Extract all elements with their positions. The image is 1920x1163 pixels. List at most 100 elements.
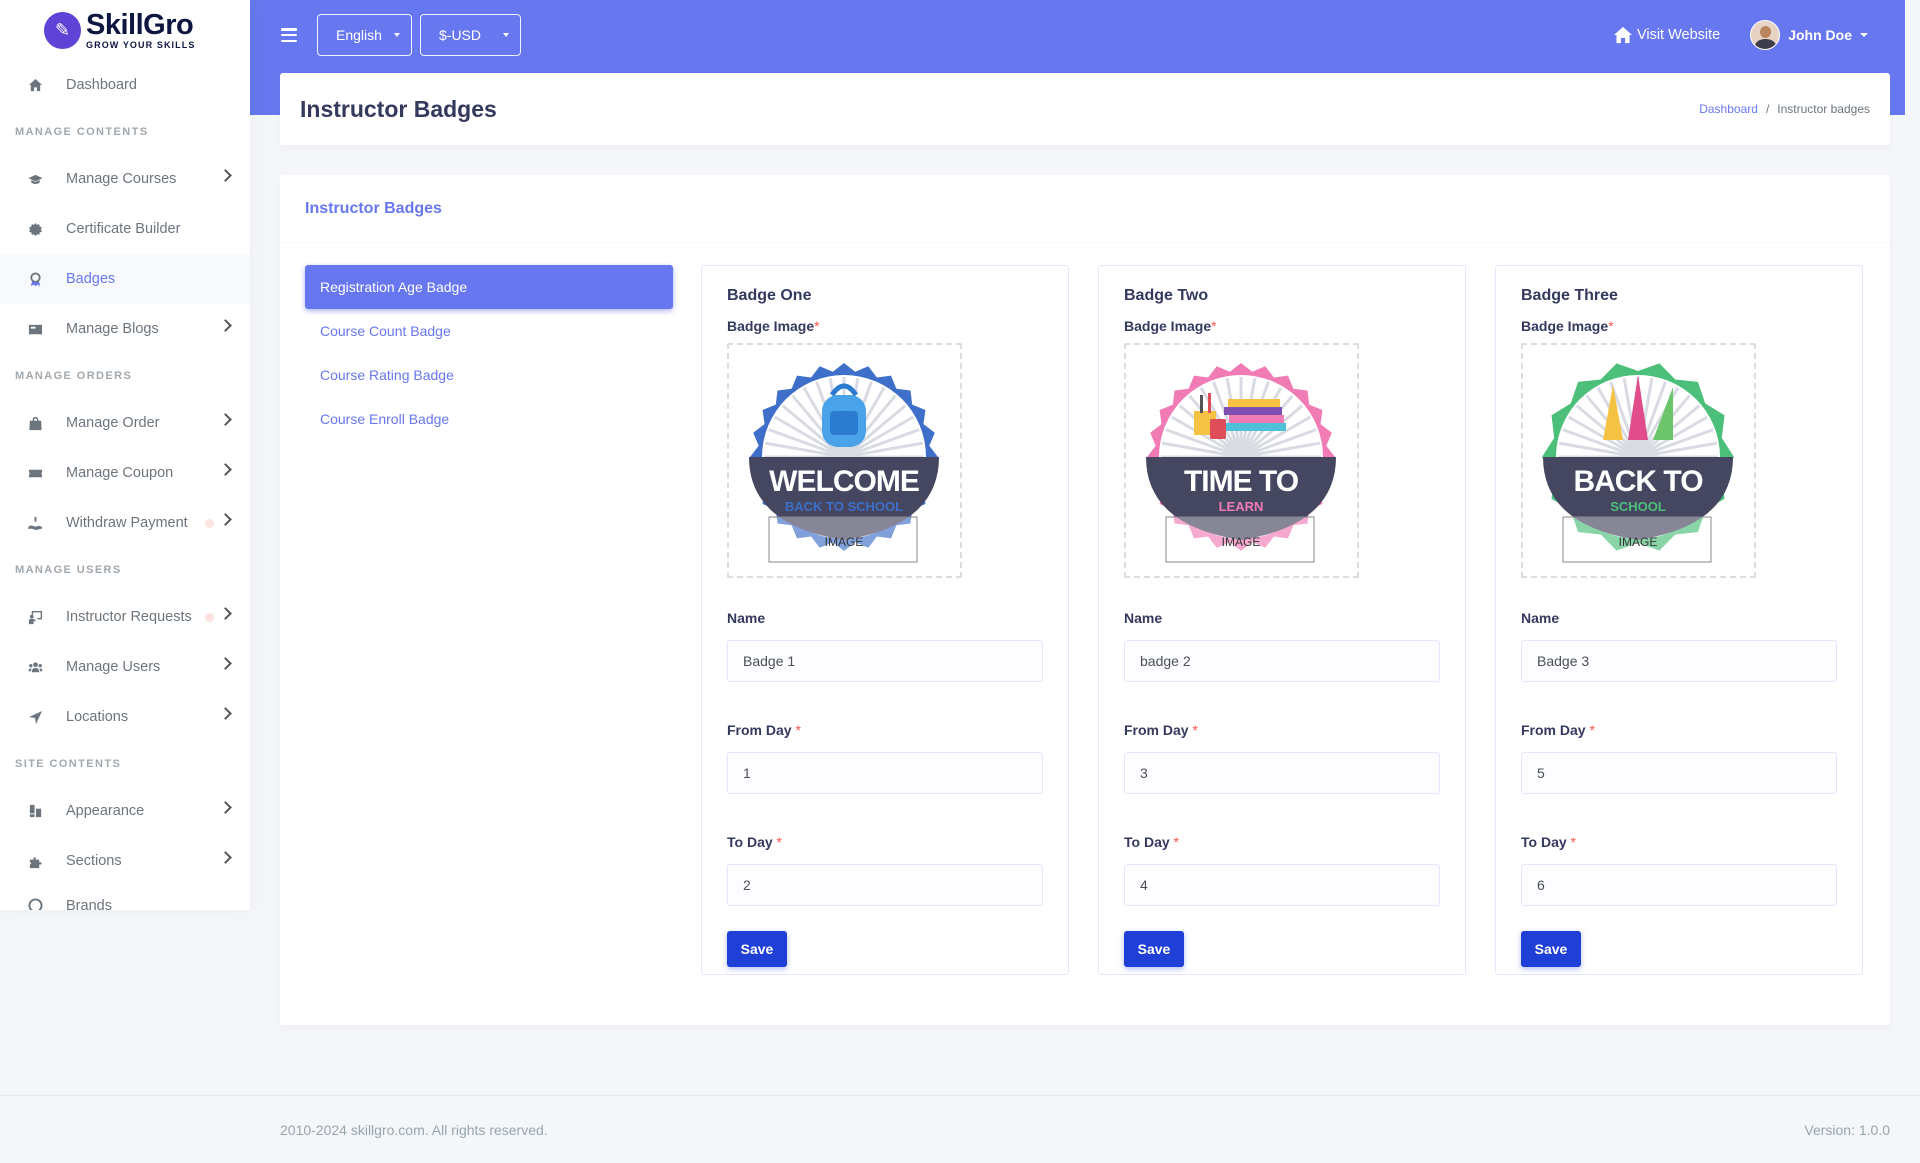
from-day-value: 5: [1537, 765, 1545, 781]
caret-down-icon: [1860, 33, 1868, 37]
currency-select[interactable]: $-USD: [420, 14, 521, 56]
badge-image-upload[interactable]: WELCOME BACK TO SCHOOL IMAGE: [727, 343, 962, 578]
badge-image-label: Badge Image*: [1124, 318, 1440, 334]
sidebar-item-manage-coupon[interactable]: Manage Coupon: [0, 448, 250, 498]
svg-text:IMAGE: IMAGE: [1619, 535, 1658, 549]
svg-text:BACK TO SCHOOL: BACK TO SCHOOL: [785, 499, 903, 514]
sidebar-item-appearance[interactable]: Appearance: [0, 786, 250, 836]
language-select[interactable]: English: [317, 14, 412, 56]
save-button[interactable]: Save: [1521, 931, 1581, 967]
save-button[interactable]: Save: [727, 931, 787, 967]
name-input[interactable]: Badge 1: [727, 640, 1043, 682]
name-input-value: Badge 3: [1537, 653, 1590, 669]
notification-dot: [205, 613, 214, 622]
from-day-input[interactable]: 3: [1124, 752, 1440, 794]
card-title: Instructor Badges: [305, 199, 442, 217]
sidebar-item-label: Dashboard: [66, 77, 137, 93]
sidebar-section-header: MANAGE ORDERS: [15, 370, 133, 382]
sidebar: ✎ SkillGro GROW YOUR SKILLS Dashboard MAN…: [0, 0, 250, 910]
svg-text:SCHOOL: SCHOOL: [1610, 499, 1666, 514]
menu-toggle-icon[interactable]: [281, 28, 297, 42]
badge-image-upload[interactable]: BACK TO SCHOOL IMAGE: [1521, 343, 1756, 578]
name-input-value: Badge 1: [743, 653, 796, 669]
badge-image-label: Badge Image*: [727, 318, 1043, 334]
sidebar-item-manage-users[interactable]: Manage Users: [0, 642, 250, 692]
hand-holding-dollar-icon: [26, 514, 44, 532]
chalkboard-user-icon: [26, 608, 44, 626]
sidebar-item-sections[interactable]: Sections: [0, 836, 250, 886]
notification-dot: [205, 519, 214, 528]
to-day-label: To Day *: [1521, 834, 1837, 850]
sidebar-item-manage-courses[interactable]: Manage Courses: [0, 154, 250, 204]
to-day-input[interactable]: 4: [1124, 864, 1440, 906]
tab-course-rating-badge[interactable]: Course Rating Badge: [305, 353, 673, 397]
sidebar-item-brands[interactable]: Brands: [0, 886, 250, 910]
to-day-value: 4: [1140, 877, 1148, 893]
sidebar-item-manage-blogs[interactable]: Manage Blogs: [0, 304, 250, 354]
section-header: Instructor Badges Dashboard / Instructor…: [280, 73, 1890, 145]
caret-down-icon: [394, 33, 400, 37]
sidebar-item-certificate-builder[interactable]: Certificate Builder: [0, 204, 250, 254]
footer: 2010-2024 skillgro.com. All rights reser…: [0, 1095, 1920, 1163]
required-mark: *: [795, 722, 801, 738]
copyright-icon: [26, 896, 44, 910]
from-day-input[interactable]: 1: [727, 752, 1043, 794]
save-button[interactable]: Save: [1124, 931, 1184, 967]
badge-image-label: Badge Image*: [1521, 318, 1837, 334]
field-label-text: To Day: [727, 834, 773, 850]
svg-text:IMAGE: IMAGE: [1222, 535, 1261, 549]
sidebar-item-badges[interactable]: Badges: [0, 254, 250, 304]
required-mark: *: [814, 318, 820, 334]
breadcrumb-current: Instructor badges: [1777, 102, 1870, 116]
required-mark: *: [776, 834, 782, 850]
name-input-value: badge 2: [1140, 653, 1191, 669]
brand-logo[interactable]: ✎ SkillGro GROW YOUR SKILLS: [0, 0, 250, 60]
badge-card-title: Badge Three: [1521, 287, 1618, 304]
breadcrumb-separator: /: [1765, 102, 1770, 116]
sidebar-item-instructor-requests[interactable]: Instructor Requests: [0, 592, 250, 642]
breadcrumb-home-link[interactable]: Dashboard: [1699, 102, 1758, 116]
svg-text:WELCOME: WELCOME: [769, 465, 919, 498]
badges-card: Instructor Badges Registration Age Badge…: [280, 175, 1890, 1025]
sidebar-item-locations[interactable]: Locations: [0, 692, 250, 742]
sidebar-section-header: MANAGE USERS: [15, 564, 122, 576]
to-day-value: 2: [743, 877, 751, 893]
required-mark: *: [1589, 722, 1595, 738]
language-select-value: English: [336, 27, 382, 43]
to-day-input[interactable]: 6: [1521, 864, 1837, 906]
from-day-input[interactable]: 5: [1521, 752, 1837, 794]
field-label-text: To Day: [1124, 834, 1170, 850]
users-icon: [26, 658, 44, 676]
sidebar-section-header: SITE CONTENTS: [15, 758, 122, 770]
certificate-icon: [26, 220, 44, 238]
sidebar-item-withdraw-payment[interactable]: Withdraw Payment: [0, 498, 250, 548]
name-input[interactable]: Badge 3: [1521, 640, 1837, 682]
sidebar-item-label: Certificate Builder: [66, 221, 181, 237]
to-day-input[interactable]: 2: [727, 864, 1043, 906]
from-day-label: From Day *: [1124, 722, 1440, 738]
badge-image-upload[interactable]: TIME TO LEARN IMAGE: [1124, 343, 1359, 578]
tab-course-enroll-badge[interactable]: Course Enroll Badge: [305, 397, 673, 441]
from-day-label: From Day *: [1521, 722, 1837, 738]
tab-course-count-badge[interactable]: Course Count Badge: [305, 309, 673, 353]
svg-text:LEARN: LEARN: [1219, 499, 1264, 514]
name-label: Name: [727, 610, 766, 626]
breadcrumb: Dashboard / Instructor badges: [1699, 102, 1870, 116]
name-input[interactable]: badge 2: [1124, 640, 1440, 682]
sidebar-item-label: Brands: [66, 898, 112, 910]
field-label-text: Badge Image: [1124, 318, 1212, 334]
user-menu[interactable]: John Doe: [1750, 20, 1868, 50]
badge-card-title: Badge Two: [1124, 287, 1209, 304]
sidebar-item-manage-order[interactable]: Manage Order: [0, 398, 250, 448]
field-label-text: To Day: [1521, 834, 1567, 850]
tab-registration-age-badge[interactable]: Registration Age Badge: [305, 265, 673, 309]
avatar: [1750, 20, 1781, 50]
required-mark: *: [1192, 722, 1198, 738]
sidebar-item-label: Badges: [66, 271, 116, 287]
required-mark: *: [1173, 834, 1179, 850]
svg-text:BACK TO: BACK TO: [1573, 465, 1703, 498]
sidebar-item-dashboard[interactable]: Dashboard: [0, 60, 250, 110]
visit-website-link[interactable]: Visit Website: [1613, 26, 1720, 44]
to-day-label: To Day *: [727, 834, 1043, 850]
puzzle-piece-icon: [26, 852, 44, 870]
